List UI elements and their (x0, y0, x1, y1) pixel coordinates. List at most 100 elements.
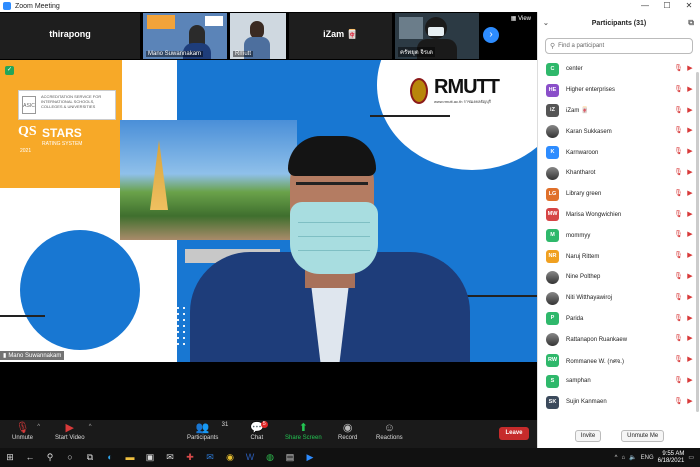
participant-status: 🎙 ▶ (674, 107, 694, 115)
mic-off-icon: 🎙 (674, 85, 683, 93)
thumbnail-name: ครัทยุต จิรเด (398, 47, 435, 57)
cortana-icon[interactable]: ○ (60, 448, 80, 467)
video-off-icon: ▶ (687, 376, 693, 384)
unmute-button[interactable]: 🎙 Unmute ^ (12, 422, 40, 441)
video-off-icon: ▶ (687, 148, 693, 156)
zoom-taskbar-icon[interactable]: ▶ (300, 448, 320, 467)
windows-taskbar: ⊞ ← ⚲ ○ ⧉ ◐ ▬ ▣ ✉ ✚ ✉ ◉ W ◍ ▤ ▶ ^ ⌂ 🔈 EN… (0, 448, 700, 467)
file-explorer-icon[interactable]: ▬ (120, 448, 140, 467)
mail-icon[interactable]: ✉ (160, 448, 180, 467)
participant-row[interactable]: Ccenter 🎙 ▶ (538, 59, 700, 80)
thumbnail-2[interactable]: Rmutt (230, 13, 286, 59)
chevron-up-icon[interactable]: ^ (615, 455, 618, 461)
participant-list-scrollbar[interactable] (696, 72, 699, 412)
clock[interactable]: 9:55 AM 6/18/2021 (658, 451, 685, 465)
share-screen-button[interactable]: ⬆ Share Screen (285, 422, 322, 441)
participant-row[interactable]: Niti Witthayawiroj 🎙 ▶ (538, 288, 700, 309)
participant-row[interactable]: iZ iZam 🀄 🎙 ▶ (538, 101, 700, 122)
record-button[interactable]: ◉ Record (338, 422, 357, 441)
language-indicator[interactable]: ENG (641, 455, 654, 461)
avatar: M (546, 229, 559, 243)
participant-row[interactable]: Khantharot 🎙 ▶ (538, 163, 700, 184)
participants-button[interactable]: 👥 Participants 31 (187, 422, 228, 441)
chevron-up-icon[interactable]: ^ (89, 424, 92, 430)
volume-icon[interactable]: 🔈 (629, 454, 636, 461)
qs-stars-badge: QS STARS RATING SYSTEM 2021 (18, 124, 118, 164)
participant-row[interactable]: MW Marisa Wongwichien 🎙 ▶ (538, 205, 700, 226)
participants-title: Participants (31) (591, 19, 647, 27)
word-icon[interactable]: W (240, 448, 260, 467)
window-title: Zoom Meeting (15, 2, 60, 10)
participant-status: 🎙 ▶ (674, 294, 694, 302)
participant-name: iZam 🀄 (566, 108, 589, 115)
thumbnail-3[interactable]: iZam 🀄 (289, 13, 392, 59)
participant-name: Sujin Kanmaen (566, 399, 607, 406)
reactions-button[interactable]: ☺ Reactions (376, 422, 403, 441)
participant-status: 🎙 ▶ (674, 169, 694, 177)
participants-footer: Invite Unmute Me (538, 430, 700, 442)
participant-row[interactable]: HE Higher enterprises 🎙 ▶ (538, 80, 700, 101)
participant-row[interactable]: Mmommyy 🎙 ▶ (538, 225, 700, 246)
participant-row[interactable]: Nine Polthep 🎙 ▶ (538, 267, 700, 288)
thumbnail-1[interactable]: Mano Suwannakam (143, 13, 227, 59)
mic-off-icon: 🎙 (674, 293, 683, 301)
banner-shape (147, 15, 175, 29)
app-icon[interactable]: ✚ (180, 448, 200, 467)
unmute-me-button[interactable]: Unmute Me (621, 430, 665, 442)
leave-button[interactable]: Leave (499, 427, 529, 440)
participant-row[interactable]: K Karnwaroon 🎙 ▶ (538, 142, 700, 163)
avatar: C (546, 62, 559, 76)
participant-row[interactable]: Ssamphan 🎙 ▶ (538, 371, 700, 392)
face-mask (428, 27, 444, 36)
participant-status: 🎙 ▶ (674, 127, 694, 135)
asic-logo: ASIC (22, 96, 36, 114)
windows-start-icon[interactable]: ⊞ (0, 448, 20, 467)
photos-icon[interactable]: ▤ (280, 448, 300, 467)
close-button[interactable]: ✕ (678, 0, 700, 12)
participant-row[interactable]: P Parida 🎙 ▶ (538, 309, 700, 330)
start-video-button[interactable]: ▶ Start Video ^ (55, 422, 92, 441)
participant-name: center (566, 66, 583, 73)
back-arrow-icon[interactable]: ← (20, 448, 40, 467)
thumbnail-4[interactable]: ครัทยุต จิรเด (395, 13, 479, 59)
line-icon[interactable]: ◍ (260, 448, 280, 467)
mic-off-icon: 🎙 (674, 127, 683, 135)
maximize-button[interactable]: ☐ (656, 0, 678, 12)
security-shield-icon[interactable]: ✓ (5, 66, 14, 75)
notifications-icon[interactable]: ▭ (688, 454, 694, 461)
window-controls: — ☐ ✕ (634, 0, 700, 12)
participant-row[interactable]: RW Rommanee W. (กศจ.) 🎙 ▶ (538, 350, 700, 371)
chat-button[interactable]: 💬 Chat 5 (250, 421, 268, 441)
participant-row[interactable]: SK Sujin Kanmaen 🎙 ▶ (538, 392, 700, 413)
collapse-icon[interactable]: ⌄ (543, 19, 549, 27)
participant-row[interactable]: Karan Sukkasem 🎙 ▶ (538, 121, 700, 142)
dot-pattern (145, 305, 189, 349)
participant-status: 🎙 ▶ (674, 148, 694, 156)
video-off-icon: ▶ (687, 293, 693, 301)
chevron-up-icon[interactable]: ^ (37, 424, 40, 430)
search-placeholder: Find a participant (558, 43, 605, 49)
thumbnail-0[interactable]: thirapong (0, 13, 140, 59)
speaker-person (190, 136, 470, 362)
view-button[interactable]: ▦ View (511, 15, 531, 22)
mic-off-icon: 🎙 (674, 210, 683, 218)
chrome-icon[interactable]: ◉ (220, 448, 240, 467)
share-screen-label: Share Screen (285, 435, 322, 441)
task-view-icon[interactable]: ⧉ (80, 448, 100, 467)
participant-search-input[interactable]: ⚲ Find a participant (545, 38, 693, 54)
participant-row[interactable]: NR Naruj Rittem 🎙 ▶ (538, 246, 700, 267)
network-icon[interactable]: ⌂ (622, 455, 626, 461)
outlook-icon[interactable]: ✉ (200, 448, 220, 467)
minimize-button[interactable]: — (634, 0, 656, 12)
store-icon[interactable]: ▣ (140, 448, 160, 467)
external-window-icon[interactable]: ⧉ (688, 18, 694, 28)
mic-off-icon: 🎙 (674, 148, 683, 156)
participant-row[interactable]: Rattanapon Ruankaew 🎙 ▶ (538, 329, 700, 350)
participant-name: Rommanee W. (กศจ.) (566, 358, 624, 365)
video-off-icon: ▶ (687, 106, 693, 114)
participant-row[interactable]: LG Library green 🎙 ▶ (538, 184, 700, 205)
search-icon[interactable]: ⚲ (40, 448, 60, 467)
edge-icon[interactable]: ◐ (100, 448, 120, 467)
next-page-button[interactable]: › (483, 27, 499, 43)
invite-button[interactable]: Invite (574, 430, 602, 442)
